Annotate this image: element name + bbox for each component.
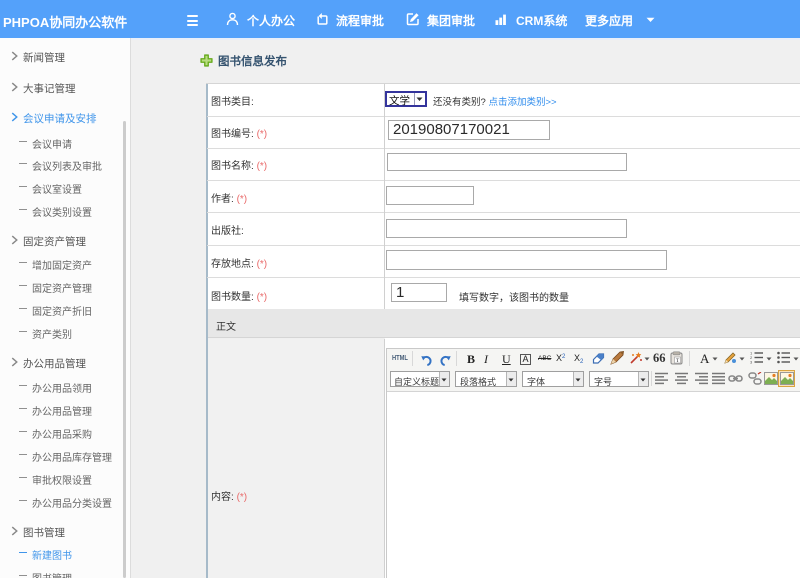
svg-text:3: 3 <box>750 360 753 365</box>
